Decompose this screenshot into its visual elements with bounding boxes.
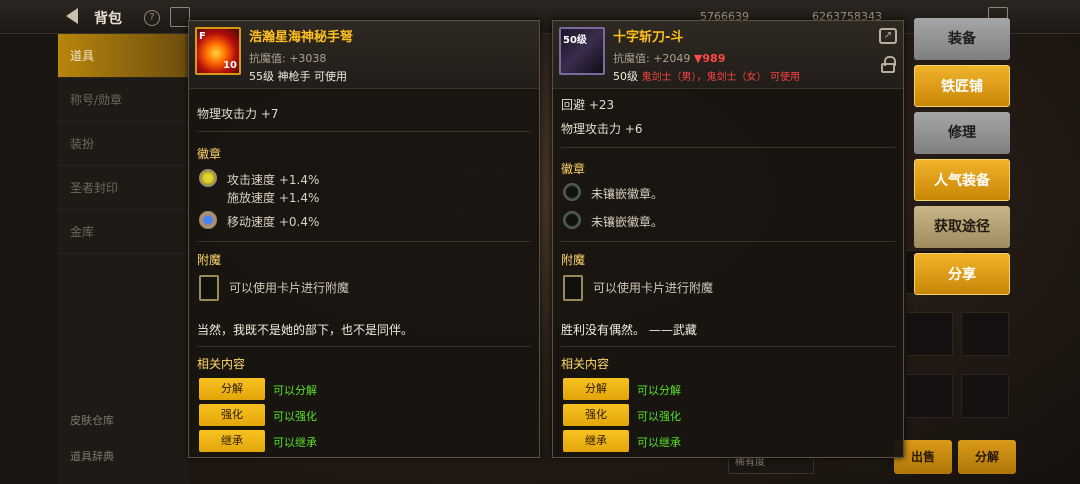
empty-emblem-icon [563, 211, 581, 229]
help-icon[interactable]: ? [144, 10, 160, 26]
obtain-route-button[interactable]: 获取途径 [914, 206, 1010, 248]
share-icon[interactable]: ↗ [879, 28, 897, 44]
emblem-attack-speed: 攻击速度 +1.4% [227, 173, 320, 187]
inherit-info-button[interactable]: 继承 [563, 430, 629, 452]
nav-item-vault[interactable]: 金库 [58, 210, 190, 254]
emblem-section-title: 徽章 [561, 162, 586, 176]
item-flavor-text: 当然，我既不是她的部下，也不是同伴。 [197, 323, 414, 337]
nav-item-costume[interactable]: 装扮 [58, 122, 190, 166]
item-tooltip-selected: 50级 十字斩刀-斗 抗魔值: +2049 ▼989 50级 鬼剑士（男），鬼剑… [552, 20, 904, 458]
skin-storage-link[interactable]: 皮肤仓库 [70, 412, 114, 428]
reinforce-info-button[interactable]: 强化 [199, 404, 265, 426]
related-section-title: 相关内容 [561, 357, 610, 371]
empty-emblem-icon [563, 183, 581, 201]
nav-item-titles[interactable]: 称号/勋章 [58, 78, 190, 122]
card-slot-icon [199, 275, 219, 301]
reinforce-status: 可以强化 [637, 410, 681, 423]
inventory-slot[interactable] [961, 312, 1009, 356]
nav-item-items[interactable]: 道具 [58, 34, 190, 78]
decompose-status: 可以分解 [637, 384, 681, 397]
lock-icon[interactable] [881, 56, 896, 73]
crossbow-item-icon: F 10 [195, 27, 241, 75]
equip-button[interactable]: 装备 [914, 18, 1010, 60]
magic-resist-value: 抗魔值: +2049 [613, 52, 691, 65]
divider [197, 131, 531, 132]
item-requirement: 55级 神枪手 可使用 [249, 70, 347, 83]
divider [197, 346, 531, 347]
decompose-info-button[interactable]: 分解 [563, 378, 629, 400]
inventory-slot[interactable] [905, 312, 953, 356]
icon-badge: F [199, 31, 206, 42]
emblem-slot-1: 未镶嵌徽章。 [591, 187, 664, 201]
item-name: 十字斩刀-斗 [613, 30, 684, 45]
item-name: 浩瀚星海神秘手弩 [249, 30, 354, 45]
decompose-button[interactable]: 分解 [958, 440, 1016, 474]
back-arrow-icon[interactable] [66, 8, 78, 24]
magic-resist-diff: ▼989 [693, 52, 726, 65]
katana-item-icon: 50级 [559, 27, 605, 75]
enchant-section-title: 附魔 [561, 253, 586, 267]
requirement-class: 鬼剑士（男），鬼剑士（女） [641, 72, 767, 83]
blacksmith-button[interactable]: 铁匠铺 [914, 65, 1010, 107]
item-flavor-text: 胜利没有偶然。 ——武藏 [561, 323, 697, 337]
item-magic-resist: 抗魔值: +2049 ▼989 [613, 50, 725, 66]
inventory-slot[interactable] [961, 374, 1009, 418]
enchant-section-title: 附魔 [197, 253, 222, 267]
reinforce-info-button[interactable]: 强化 [563, 404, 629, 426]
popular-equipment-button[interactable]: 人气装备 [914, 159, 1010, 201]
card-slot-icon [563, 275, 583, 301]
icon-level-badge: 50级 [563, 35, 587, 46]
inherit-status: 可以继承 [637, 436, 681, 449]
blue-emblem-icon [199, 211, 217, 229]
attr-physical-attack: 物理攻击力 +7 [197, 107, 279, 121]
inventory-slot[interactable] [905, 374, 953, 418]
attr-evasion: 回避 +23 [561, 98, 615, 112]
enchant-hint: 可以使用卡片进行附魔 [593, 281, 714, 295]
decompose-info-button[interactable]: 分解 [199, 378, 265, 400]
divider [561, 241, 895, 242]
emblem-slot-2: 未镶嵌徽章。 [591, 215, 664, 229]
tooltip-header: 50级 十字斩刀-斗 抗魔值: +2049 ▼989 50级 鬼剑士（男），鬼剑… [553, 21, 903, 89]
decompose-status: 可以分解 [273, 384, 317, 397]
page-title: 背包 [94, 11, 122, 27]
reinforce-status: 可以强化 [273, 410, 317, 423]
requirement-suffix: 可使用 [770, 72, 800, 83]
related-section-title: 相关内容 [197, 357, 246, 371]
nav-item-seal[interactable]: 圣者封印 [58, 166, 190, 210]
sidebar [0, 34, 58, 484]
tooltip-header: F 10 浩瀚星海神秘手弩 抗魔值: +3038 55级 神枪手 可使用 [189, 21, 539, 89]
divider [197, 241, 531, 242]
yellow-emblem-icon [199, 169, 217, 187]
divider [561, 147, 895, 148]
emblem-section-title: 徽章 [197, 147, 222, 161]
icon-reinforce-level: 10 [223, 60, 237, 71]
item-dictionary-link[interactable]: 道具辞典 [70, 448, 114, 464]
emblem-cast-speed: 施放速度 +1.4% [227, 191, 320, 205]
item-requirement: 50级 鬼剑士（男），鬼剑士（女） 可使用 [613, 68, 800, 84]
item-magic-resist: 抗魔值: +3038 [249, 52, 327, 65]
inherit-status: 可以继承 [273, 436, 317, 449]
item-tooltip-equipped: F 10 浩瀚星海神秘手弩 抗魔值: +3038 55级 神枪手 可使用 物理攻… [188, 20, 540, 458]
emblem-move-speed: 移动速度 +0.4% [227, 215, 320, 229]
repair-button[interactable]: 修理 [914, 112, 1010, 154]
divider [561, 346, 895, 347]
share-button[interactable]: 分享 [914, 253, 1010, 295]
requirement-level: 50级 [613, 70, 638, 83]
inventory-category-nav: 道具 称号/勋章 装扮 圣者封印 金库 皮肤仓库 道具辞典 [58, 34, 190, 484]
filter-icon[interactable] [170, 7, 190, 27]
attr-physical-attack: 物理攻击力 +6 [561, 122, 643, 136]
inherit-info-button[interactable]: 继承 [199, 430, 265, 452]
enchant-hint: 可以使用卡片进行附魔 [229, 281, 350, 295]
